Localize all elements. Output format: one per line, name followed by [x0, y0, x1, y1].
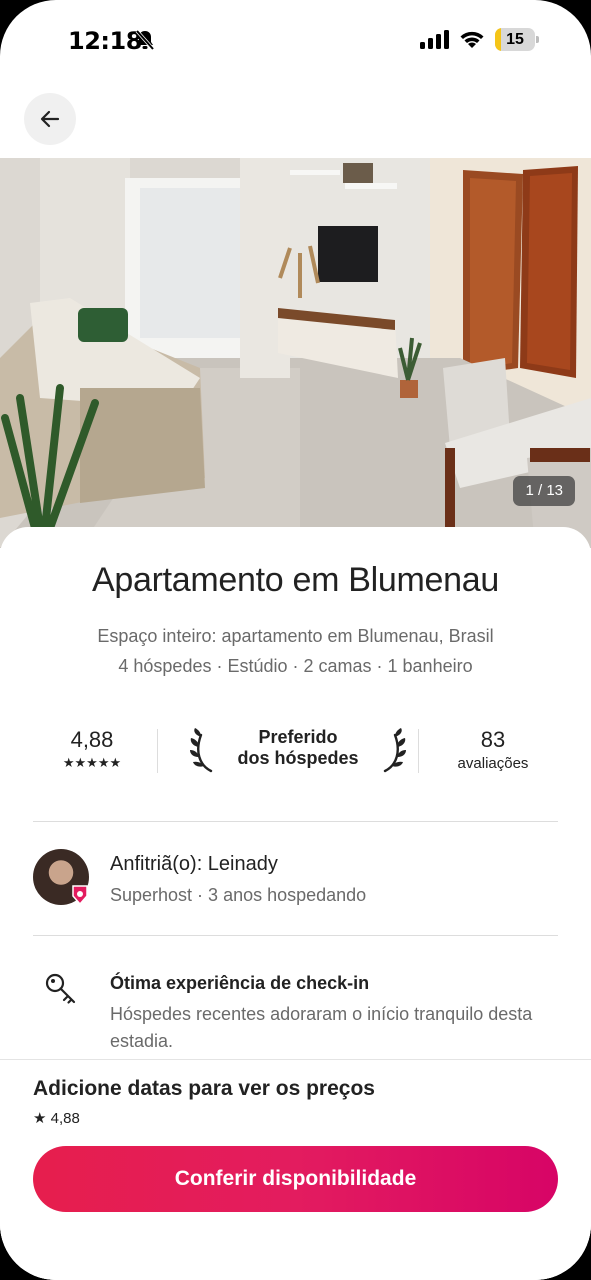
section-divider	[33, 821, 558, 822]
rating-value: 4,88	[70, 727, 114, 752]
host-name: Anfitriã(o): Leinady	[110, 853, 278, 875]
booking-footer: Adicione datas para ver os preços ★ 4,88…	[0, 1059, 591, 1280]
reviews-stat[interactable]: 83 avaliações	[428, 727, 558, 772]
battery-indicator: 15	[495, 28, 539, 51]
app-screen: 12:18 15 1 / 13 Apartamento em Blumenau …	[0, 0, 591, 1280]
living-room-photo	[0, 158, 591, 548]
photo-counter: 1 / 13	[513, 476, 575, 506]
silent-bell-icon	[135, 29, 155, 51]
host-meta: Superhost · 3 anos hospedando	[110, 885, 367, 905]
favorite-line-1: Preferido	[258, 727, 338, 747]
favorite-line-2: dos hóspedes	[237, 748, 359, 768]
guest-favorite-badge[interactable]: Preferido dos hóspedes	[183, 725, 413, 777]
listing-details-line: 4 hóspedes · Estúdio · 2 camas · 1 banhe…	[118, 656, 473, 676]
footer-rating: ★ 4,88	[33, 1109, 80, 1127]
star-icon: ★	[33, 1110, 47, 1127]
arrow-left-icon	[40, 110, 60, 128]
footer-rating-value: 4,88	[50, 1110, 80, 1127]
checkin-description: Hóspedes recentes adoraram o início tran…	[110, 1004, 533, 1051]
price-prompt: Adicione datas para ver os preços	[33, 1077, 375, 1100]
listing-photo[interactable]: 1 / 13	[0, 158, 591, 548]
listing-stats: 4,88 ★★★★★ Preferido dos hóspedes 83 ava…	[33, 715, 558, 785]
laurel-left-icon	[190, 728, 213, 773]
status-bar: 12:18 15	[0, 0, 591, 80]
cellular-signal-icon	[420, 30, 449, 49]
reviews-label: avaliações	[457, 755, 529, 772]
reviews-count: 83	[480, 727, 506, 752]
battery-level: 15	[506, 31, 524, 48]
superhost-badge-icon	[72, 885, 88, 905]
section-divider	[33, 935, 558, 936]
status-time: 12:18	[68, 27, 142, 55]
key-icon	[45, 973, 76, 1004]
laurel-right-icon	[383, 728, 406, 773]
checkin-title: Ótima experiência de check-in	[110, 973, 370, 993]
back-button[interactable]	[24, 93, 76, 145]
rating-stat: 4,88 ★★★★★	[33, 727, 151, 771]
divider	[418, 729, 419, 773]
check-availability-button[interactable]: Conferir disponibilidade	[33, 1146, 558, 1212]
host-section[interactable]: Anfitriã(o): Leinady Superhost · 3 anos …	[33, 849, 558, 909]
guest-favorite-label: Preferido dos hóspedes	[217, 727, 379, 769]
star-rating-icons: ★★★★★	[62, 755, 122, 770]
divider	[157, 729, 158, 773]
listing-title: Apartamento em Blumenau	[92, 561, 499, 599]
wifi-icon	[460, 31, 484, 48]
listing-subtitle: Espaço inteiro: apartamento em Blumenau,…	[97, 626, 494, 646]
